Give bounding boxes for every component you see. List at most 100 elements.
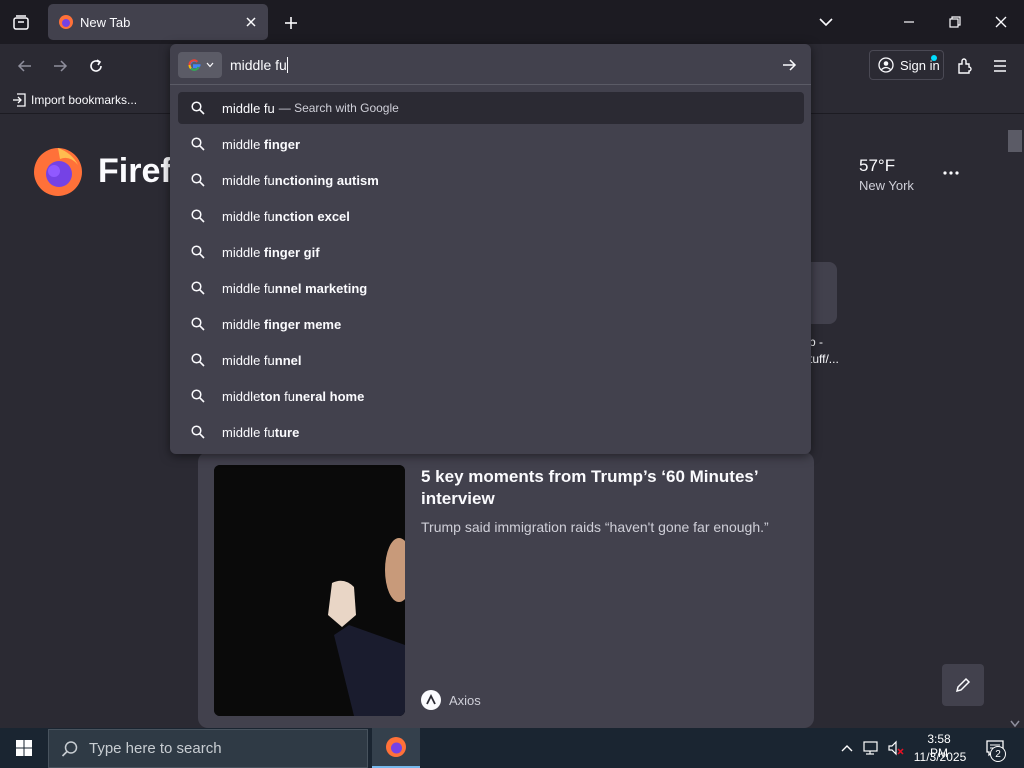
extensions-icon <box>958 58 972 74</box>
plus-icon <box>285 17 297 29</box>
import-bookmarks-button[interactable]: Import bookmarks... <box>12 90 137 110</box>
search-icon <box>190 352 206 368</box>
firefox-icon <box>386 737 406 757</box>
divider <box>170 84 811 85</box>
suggestion-typed: middle <box>222 388 261 404</box>
suggestion-row[interactable]: middle funnel <box>178 344 804 376</box>
weather-options-button[interactable] <box>940 160 962 180</box>
network-icon <box>863 741 878 755</box>
weather-temperature[interactable]: 57°F <box>859 156 895 176</box>
search-icon <box>190 208 206 224</box>
suggestion-typed: middle <box>222 136 264 152</box>
chevron-down-icon <box>206 62 214 68</box>
import-bookmarks-label: Import bookmarks... <box>31 93 138 107</box>
network-button[interactable] <box>862 738 882 758</box>
story-title[interactable]: 5 key moments from Trump’s ‘60 Minutes’ … <box>421 466 801 510</box>
search-engine-selector[interactable] <box>178 52 222 78</box>
search-icon <box>190 316 206 332</box>
menu-icon <box>994 60 1006 72</box>
search-icon <box>190 136 206 152</box>
story-source: Axios <box>449 693 481 708</box>
story-image <box>214 465 405 716</box>
suggestion-row[interactable]: middle future <box>178 416 804 448</box>
go-button[interactable] <box>776 52 802 78</box>
firefox-icon <box>59 15 73 29</box>
suggestion-row[interactable]: middle finger <box>178 128 804 160</box>
firefox-view-button[interactable] <box>8 10 34 36</box>
reload-button[interactable] <box>82 52 110 80</box>
app-menu-button[interactable] <box>986 52 1014 80</box>
taskbar-firefox-button[interactable] <box>372 728 420 768</box>
import-icon <box>13 93 26 107</box>
search-icon <box>190 388 206 404</box>
suggestion-text: middle funnel <box>222 353 301 368</box>
taskbar-search-placeholder: Type here to search <box>89 740 222 757</box>
new-tab-button[interactable] <box>278 10 304 36</box>
tab-list-icon <box>13 15 29 30</box>
back-arrow-icon <box>17 60 31 72</box>
suggestion-typed: middle fu <box>222 280 275 296</box>
start-button[interactable] <box>0 728 48 768</box>
suggestion-typed: middle <box>222 244 264 260</box>
forward-button[interactable] <box>46 52 74 80</box>
extensions-button[interactable] <box>951 52 979 80</box>
urlbar-input[interactable] <box>230 55 750 75</box>
suggestion-row[interactable]: middle finger meme <box>178 308 804 340</box>
windows-logo-icon <box>16 740 32 756</box>
suggestion-text: middle future <box>222 425 299 440</box>
weather-city: New York <box>859 178 914 193</box>
minimize-icon <box>904 21 914 23</box>
minimize-button[interactable] <box>889 8 929 36</box>
close-icon <box>995 16 1007 28</box>
suggestion-completion: finger meme <box>263 316 342 332</box>
suggestion-row[interactable]: middle functioning autism <box>178 164 804 196</box>
shortcut-title: tuff/... <box>809 352 839 366</box>
sign-in-button[interactable]: Sign in <box>869 50 944 80</box>
volume-button[interactable] <box>886 738 906 758</box>
notification-count-badge: 2 <box>990 746 1006 762</box>
scroll-down-icon[interactable] <box>1009 716 1021 728</box>
suggestion-row[interactable]: middleton funeral home <box>178 380 804 412</box>
back-button[interactable] <box>11 52 39 80</box>
notification-dot <box>931 55 937 61</box>
tab-new-tab[interactable]: New Tab <box>48 4 268 40</box>
suggestion-text: middle finger <box>222 137 300 152</box>
search-icon <box>190 100 206 116</box>
suggestion-typed: fu <box>284 388 295 404</box>
suggestion-text: middle functioning autism <box>222 173 379 188</box>
pencil-icon <box>955 677 971 693</box>
list-all-tabs-button[interactable] <box>806 8 846 36</box>
volume-muted-icon <box>888 740 904 756</box>
suggestion-text: middle finger meme <box>222 317 341 332</box>
suggestion-text: middle funnel marketing <box>222 281 367 296</box>
story-excerpt: Trump said immigration raids “haven't go… <box>421 519 769 535</box>
tab-label: New Tab <box>80 14 131 30</box>
suggestion-completion: ture <box>274 424 300 440</box>
search-icon <box>190 424 206 440</box>
suggestion-text: middle finger gif <box>222 245 320 260</box>
restore-icon <box>949 16 961 28</box>
go-arrow-icon <box>783 59 797 71</box>
close-window-button[interactable] <box>981 8 1021 36</box>
suggestion-text: middle function excel <box>222 209 350 224</box>
chevron-down-icon <box>819 18 833 27</box>
search-icon <box>61 740 78 757</box>
clock-date[interactable]: 11/3/2025 <box>912 750 968 764</box>
shortcut-title: b - <box>809 335 824 349</box>
close-tab-icon[interactable] <box>242 13 260 31</box>
suggestion-row[interactable]: middle function excel <box>178 200 804 232</box>
search-icon <box>190 172 206 188</box>
show-hidden-icons-button[interactable] <box>838 738 856 758</box>
suggestion-typed: middle <box>222 316 264 332</box>
customize-button[interactable] <box>942 664 984 706</box>
scrollbar-thumb[interactable] <box>1008 130 1022 152</box>
taskbar-search-box[interactable]: Type here to search <box>48 729 368 768</box>
page-scrollbar[interactable] <box>1006 114 1024 728</box>
suggestion-row[interactable]: middle finger gif <box>178 236 804 268</box>
restore-button[interactable] <box>935 8 975 36</box>
axios-logo-icon <box>421 690 441 710</box>
suggestion-row[interactable]: middle fu — Search with Google <box>178 92 804 124</box>
suggestion-completion: nnel marketing <box>274 280 368 296</box>
suggestion-row[interactable]: middle funnel marketing <box>178 272 804 304</box>
suggestion-typed: middle fu <box>222 172 275 188</box>
